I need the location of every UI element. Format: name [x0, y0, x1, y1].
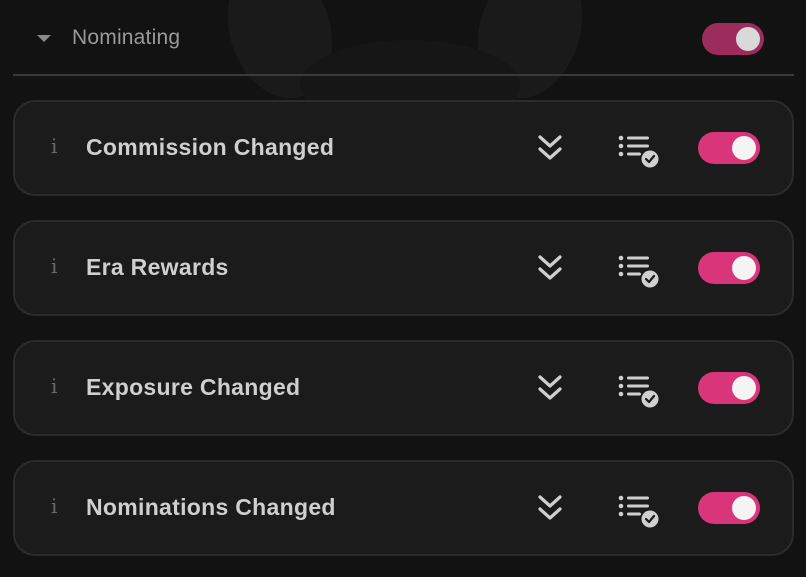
toggle-knob: [732, 256, 756, 280]
info-icon[interactable]: i: [51, 254, 57, 278]
item-label: Era Rewards: [86, 254, 229, 280]
notifications-panel: Nominating i Commission Changed i Era Re: [0, 0, 806, 577]
item-label: Nominations Changed: [86, 494, 336, 520]
list-check-icon[interactable]: [617, 132, 661, 168]
toggle-knob: [732, 496, 756, 520]
section-header[interactable]: Nominating: [13, 0, 794, 76]
item-toggle[interactable]: [698, 372, 760, 404]
item-label: Exposure Changed: [86, 374, 301, 400]
section-toggle[interactable]: [702, 23, 764, 55]
double-chevron-down-icon[interactable]: [535, 132, 565, 164]
section-title: Nominating: [72, 26, 181, 49]
item-toggle[interactable]: [698, 132, 760, 164]
item-label: Commission Changed: [86, 134, 335, 160]
double-chevron-down-icon[interactable]: [535, 252, 565, 284]
info-icon[interactable]: i: [51, 134, 57, 158]
list-check-icon[interactable]: [617, 492, 661, 528]
info-icon[interactable]: i: [51, 494, 57, 518]
list-check-icon[interactable]: [617, 372, 661, 408]
item-toggle[interactable]: [698, 252, 760, 284]
caret-down-icon[interactable]: [37, 35, 51, 42]
list-item: i Exposure Changed: [13, 340, 794, 436]
toggle-knob: [732, 136, 756, 160]
double-chevron-down-icon[interactable]: [535, 372, 565, 404]
list-item: i Era Rewards: [13, 220, 794, 316]
double-chevron-down-icon[interactable]: [535, 492, 565, 524]
item-toggle[interactable]: [698, 492, 760, 524]
toggle-knob: [732, 376, 756, 400]
list-check-icon[interactable]: [617, 252, 661, 288]
list-item: i Nominations Changed: [13, 460, 794, 556]
list-item: i Commission Changed: [13, 100, 794, 196]
info-icon[interactable]: i: [51, 374, 57, 398]
toggle-knob: [736, 27, 760, 51]
